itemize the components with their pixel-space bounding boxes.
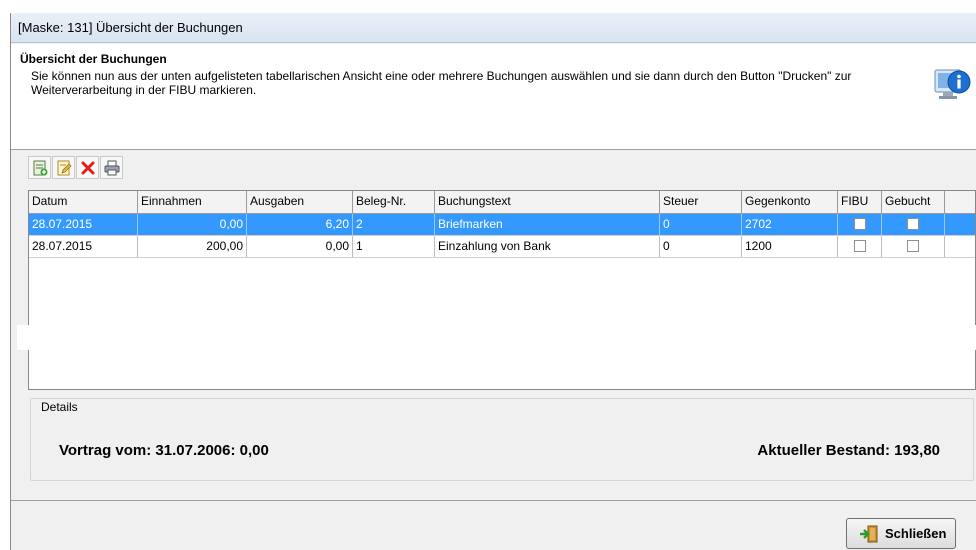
cell-datum: 28.07.2015 xyxy=(29,236,138,257)
gebucht-checkbox[interactable] xyxy=(907,240,919,252)
vortrag-value: Vortrag vom: 31.07.2006: 0,00 xyxy=(59,442,269,459)
header-panel: Übersicht der Buchungen Sie können nun a… xyxy=(11,44,976,150)
cell-fibu xyxy=(838,236,882,257)
info-icon xyxy=(933,64,971,104)
print-button[interactable] xyxy=(100,156,123,179)
footer-divider xyxy=(11,500,976,501)
cell-buchungstext: Briefmarken xyxy=(435,214,660,235)
grid-toolbar xyxy=(28,156,123,182)
header-title: Übersicht der Buchungen xyxy=(20,52,167,66)
edit-record-button[interactable] xyxy=(52,156,75,179)
bestand-value: Aktueller Bestand: 193,80 xyxy=(757,442,940,459)
cell-einnahmen: 200,00 xyxy=(138,236,247,257)
gebucht-checkbox[interactable] xyxy=(907,218,919,230)
column-header-datum[interactable]: Datum xyxy=(29,191,138,213)
cell-buchungstext: Einzahlung von Bank xyxy=(435,236,660,257)
close-button-label: Schließen xyxy=(885,526,947,541)
table-row[interactable]: 28.07.2015 0,00 6,20 2 Briefmarken 0 270… xyxy=(29,214,975,236)
table-header: Datum Einnahmen Ausgaben Beleg-Nr. Buchu… xyxy=(29,191,975,214)
cell-steuer: 0 xyxy=(660,236,742,257)
screenshot-gap xyxy=(17,325,976,350)
column-header-gebucht[interactable]: Gebucht xyxy=(882,191,945,213)
fibu-checkbox[interactable] xyxy=(853,240,866,252)
print-icon xyxy=(104,160,119,175)
cell-ausgaben: 0,00 xyxy=(247,236,353,257)
cell-gegenkonto: 2702 xyxy=(742,214,838,235)
booking-overview-window: [Maske: 131] Übersicht der Buchungen Übe… xyxy=(10,13,976,550)
details-legend: Details xyxy=(39,400,80,414)
window-titlebar: [Maske: 131] Übersicht der Buchungen xyxy=(11,13,976,43)
column-header-steuer[interactable]: Steuer xyxy=(660,191,742,213)
new-record-button[interactable] xyxy=(28,156,51,179)
exit-door-icon xyxy=(860,525,878,542)
delete-button[interactable] xyxy=(76,156,99,179)
header-description: Sie können nun aus der unten aufgelistet… xyxy=(31,69,852,97)
cell-fibu xyxy=(838,214,882,235)
column-header-gegenkonto[interactable]: Gegenkonto xyxy=(742,191,838,213)
fibu-checkbox[interactable] xyxy=(853,218,866,230)
column-header-einnahmen[interactable]: Einnahmen xyxy=(138,191,247,213)
details-groupbox xyxy=(30,398,974,481)
cell-gebucht xyxy=(882,214,945,235)
cell-datum: 28.07.2015 xyxy=(29,214,138,235)
delete-icon xyxy=(81,161,94,174)
cell-beleg-nr: 1 xyxy=(353,236,435,257)
cell-gegenkonto: 1200 xyxy=(742,236,838,257)
edit-record-icon xyxy=(57,160,71,175)
cell-steuer: 0 xyxy=(660,214,742,235)
cell-gebucht xyxy=(882,236,945,257)
cell-einnahmen: 0,00 xyxy=(138,214,247,235)
column-header-ausgaben[interactable]: Ausgaben xyxy=(247,191,353,213)
close-button[interactable]: Schließen xyxy=(846,518,956,549)
new-record-icon xyxy=(33,160,47,175)
bookings-table[interactable]: Datum Einnahmen Ausgaben Beleg-Nr. Buchu… xyxy=(28,190,976,390)
cell-ausgaben: 6,20 xyxy=(247,214,353,235)
column-header-buchungstext[interactable]: Buchungstext xyxy=(435,191,660,213)
column-header-fibu[interactable]: FIBU xyxy=(838,191,882,213)
window-title: [Maske: 131] Übersicht der Buchungen xyxy=(18,20,243,35)
column-header-beleg-nr[interactable]: Beleg-Nr. xyxy=(353,191,435,213)
cell-beleg-nr: 2 xyxy=(353,214,435,235)
table-row[interactable]: 28.07.2015 200,00 0,00 1 Einzahlung von … xyxy=(29,236,975,258)
